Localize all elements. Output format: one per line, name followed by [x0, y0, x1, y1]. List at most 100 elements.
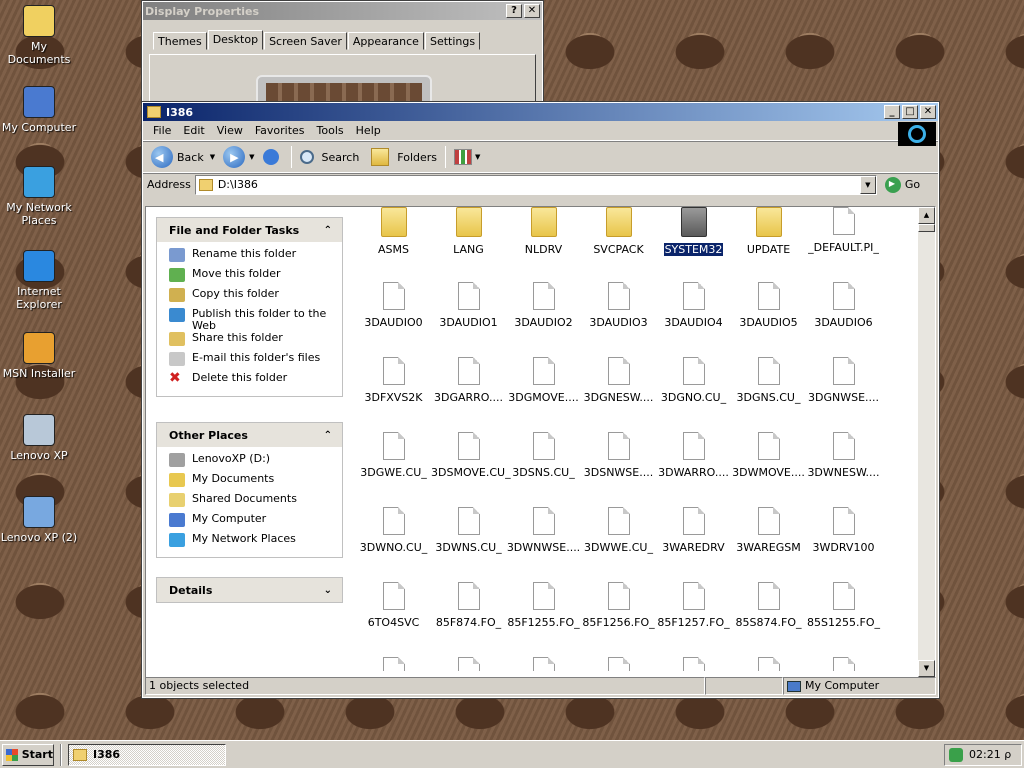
file-item[interactable]: 3DSMOVE.CU_ — [431, 432, 511, 479]
forward-button[interactable]: ▶ ▼ — [219, 144, 258, 170]
folder-item[interactable]: NLDRV — [506, 207, 581, 256]
go-button[interactable]: ▶ Go — [881, 172, 924, 198]
file-item[interactable]: 85F1256.FO_ — [581, 582, 656, 629]
place-shared-documents[interactable]: Shared Documents — [169, 493, 342, 513]
file-item[interactable]: 3DAUDIO6 — [806, 282, 881, 329]
file-item[interactable]: 3DGNO.CU_ — [656, 357, 731, 404]
file-item[interactable]: 3DFXVS2K — [356, 357, 431, 404]
collapse-icon[interactable]: ⌃ — [324, 430, 332, 441]
views-button[interactable]: ▼ — [450, 144, 484, 170]
collapse-icon[interactable]: ⌃ — [324, 225, 332, 236]
file-item[interactable]: 85S1255.FO_ — [806, 582, 881, 629]
place-my-documents[interactable]: My Documents — [169, 473, 342, 493]
desktop-icon-my-documents[interactable]: My Documents — [0, 5, 78, 66]
folder-item[interactable]: ASMS — [356, 207, 431, 256]
desktop-icon-internet-explorer[interactable]: Internet Explorer — [0, 250, 78, 311]
file-item[interactable]: 3DAUDIO5 — [731, 282, 806, 329]
file-item[interactable]: 3DWARRO.... — [656, 432, 731, 479]
tab-themes[interactable]: Themes — [153, 32, 207, 50]
folders-button[interactable]: Folders — [367, 144, 441, 170]
address-dropdown-button[interactable]: ▼ — [859, 175, 876, 194]
file-item[interactable]: 3DAUDIO4 — [656, 282, 731, 329]
desktop-icon-my-computer[interactable]: My Computer — [0, 86, 78, 134]
file-item[interactable]: 3WAREGSM — [731, 507, 806, 554]
folder-item[interactable]: SVCPACK — [581, 207, 656, 256]
help-button[interactable]: ? — [506, 4, 522, 18]
task-share[interactable]: Share this folder — [169, 332, 342, 352]
file-item[interactable]: 3DGMOVE.... — [506, 357, 581, 404]
desktop-icon-lenovo-xp[interactable]: Lenovo XP — [0, 414, 78, 462]
file-item[interactable]: 85F1257.FO_ — [656, 582, 731, 629]
scroll-thumb[interactable] — [918, 224, 935, 232]
file-item[interactable]: 3DAUDIO0 — [356, 282, 431, 329]
file-item[interactable]: 6TO4SVC — [356, 582, 431, 629]
file-item[interactable]: 3WAREDRV — [656, 507, 731, 554]
vertical-scrollbar[interactable]: ▲ ▼ — [918, 207, 935, 677]
file-item[interactable]: 3DWNO.CU_ — [356, 507, 431, 554]
menu-tools[interactable]: Tools — [311, 124, 350, 137]
display-properties-titlebar[interactable]: Display Properties ? ✕ — [143, 2, 542, 20]
file-item[interactable]: 3WDRV100 — [806, 507, 881, 554]
file-item[interactable]: 3DWNWSE.... — [506, 507, 581, 554]
maximize-button[interactable]: □ — [902, 105, 918, 119]
task-copy[interactable]: Copy this folder — [169, 288, 342, 308]
tab-screen-saver[interactable]: Screen Saver — [264, 32, 347, 50]
file-item[interactable] — [731, 657, 806, 671]
file-item[interactable]: 3DSNWSE.... — [581, 432, 656, 479]
place-network-places[interactable]: My Network Places — [169, 533, 342, 553]
file-folder-tasks-header[interactable]: File and Folder Tasks ⌃ — [157, 218, 342, 242]
file-item[interactable]: 3DAUDIO2 — [506, 282, 581, 329]
up-folder-button[interactable] — [259, 144, 287, 170]
close-button[interactable]: ✕ — [524, 4, 540, 18]
folder-item[interactable]: SYSTEM32 — [656, 207, 731, 257]
start-button[interactable]: Start — [2, 743, 54, 766]
file-item[interactable]: 3DGARRO.... — [431, 357, 506, 404]
details-header[interactable]: Details ⌄ — [157, 578, 342, 602]
other-places-header[interactable]: Other Places ⌃ — [157, 423, 342, 447]
file-item[interactable]: 3DWMOVE.... — [731, 432, 806, 479]
task-publish-web[interactable]: Publish this folder to the Web — [169, 308, 342, 332]
file-item[interactable] — [431, 657, 506, 671]
file-item[interactable]: 85S874.FO_ — [731, 582, 806, 629]
close-button[interactable]: ✕ — [920, 105, 936, 119]
file-item[interactable]: 3DWNESW.... — [806, 432, 881, 479]
file-item[interactable]: 3DAUDIO3 — [581, 282, 656, 329]
task-rename[interactable]: Rename this folder — [169, 248, 342, 268]
file-item[interactable] — [656, 657, 731, 671]
file-item[interactable]: 3DGWE.CU_ — [356, 432, 431, 479]
file-item[interactable] — [806, 657, 881, 671]
task-email[interactable]: E-mail this folder's files — [169, 352, 342, 372]
address-input[interactable]: D:\I386 ▼ — [194, 174, 877, 195]
expand-icon[interactable]: ⌄ — [324, 585, 332, 596]
desktop-icon-lenovo-xp-2[interactable]: Lenovo XP (2) — [0, 496, 78, 544]
file-item[interactable]: 3DWWE.CU_ — [581, 507, 656, 554]
file-item[interactable]: 3DGNWSE.... — [806, 357, 881, 404]
place-drive[interactable]: LenovoXP (D:) — [169, 453, 342, 473]
display-properties-window[interactable]: Display Properties ? ✕ Themes Desktop Scre… — [141, 0, 544, 115]
explorer-titlebar[interactable]: I386 _ □ ✕ — [143, 103, 938, 121]
scroll-up-button[interactable]: ▲ — [918, 207, 935, 224]
menu-view[interactable]: View — [211, 124, 249, 137]
desktop-icon-msn-installer[interactable]: MSN Installer — [0, 332, 78, 380]
folder-item[interactable]: UPDATE — [731, 207, 806, 256]
tab-desktop[interactable]: Desktop — [207, 30, 264, 50]
file-item[interactable] — [581, 657, 656, 671]
file-item[interactable]: 3DGNS.CU_ — [731, 357, 806, 404]
menu-edit[interactable]: Edit — [177, 124, 210, 137]
back-button[interactable]: ◀ Back ▼ — [147, 144, 219, 170]
clock[interactable]: 02:21 ρ — [969, 748, 1011, 761]
file-item[interactable]: 85F1255.FO_ — [506, 582, 581, 629]
scroll-down-button[interactable]: ▼ — [918, 660, 935, 677]
file-item[interactable]: 3DWNS.CU_ — [431, 507, 506, 554]
task-delete[interactable]: ✖ Delete this folder — [169, 371, 342, 392]
security-shield-icon[interactable] — [949, 747, 963, 762]
menu-file[interactable]: File — [147, 124, 177, 137]
tab-appearance[interactable]: Appearance — [347, 32, 424, 50]
file-item[interactable]: 3DAUDIO1 — [431, 282, 506, 329]
file-item[interactable]: _DEFAULT.PI_ — [806, 207, 881, 254]
task-move[interactable]: Move this folder — [169, 268, 342, 288]
menu-favorites[interactable]: Favorites — [249, 124, 311, 137]
folder-item[interactable]: LANG — [431, 207, 506, 256]
desktop-icon-network-places[interactable]: My Network Places — [0, 166, 78, 227]
file-item[interactable]: 85F874.FO_ — [431, 582, 506, 629]
